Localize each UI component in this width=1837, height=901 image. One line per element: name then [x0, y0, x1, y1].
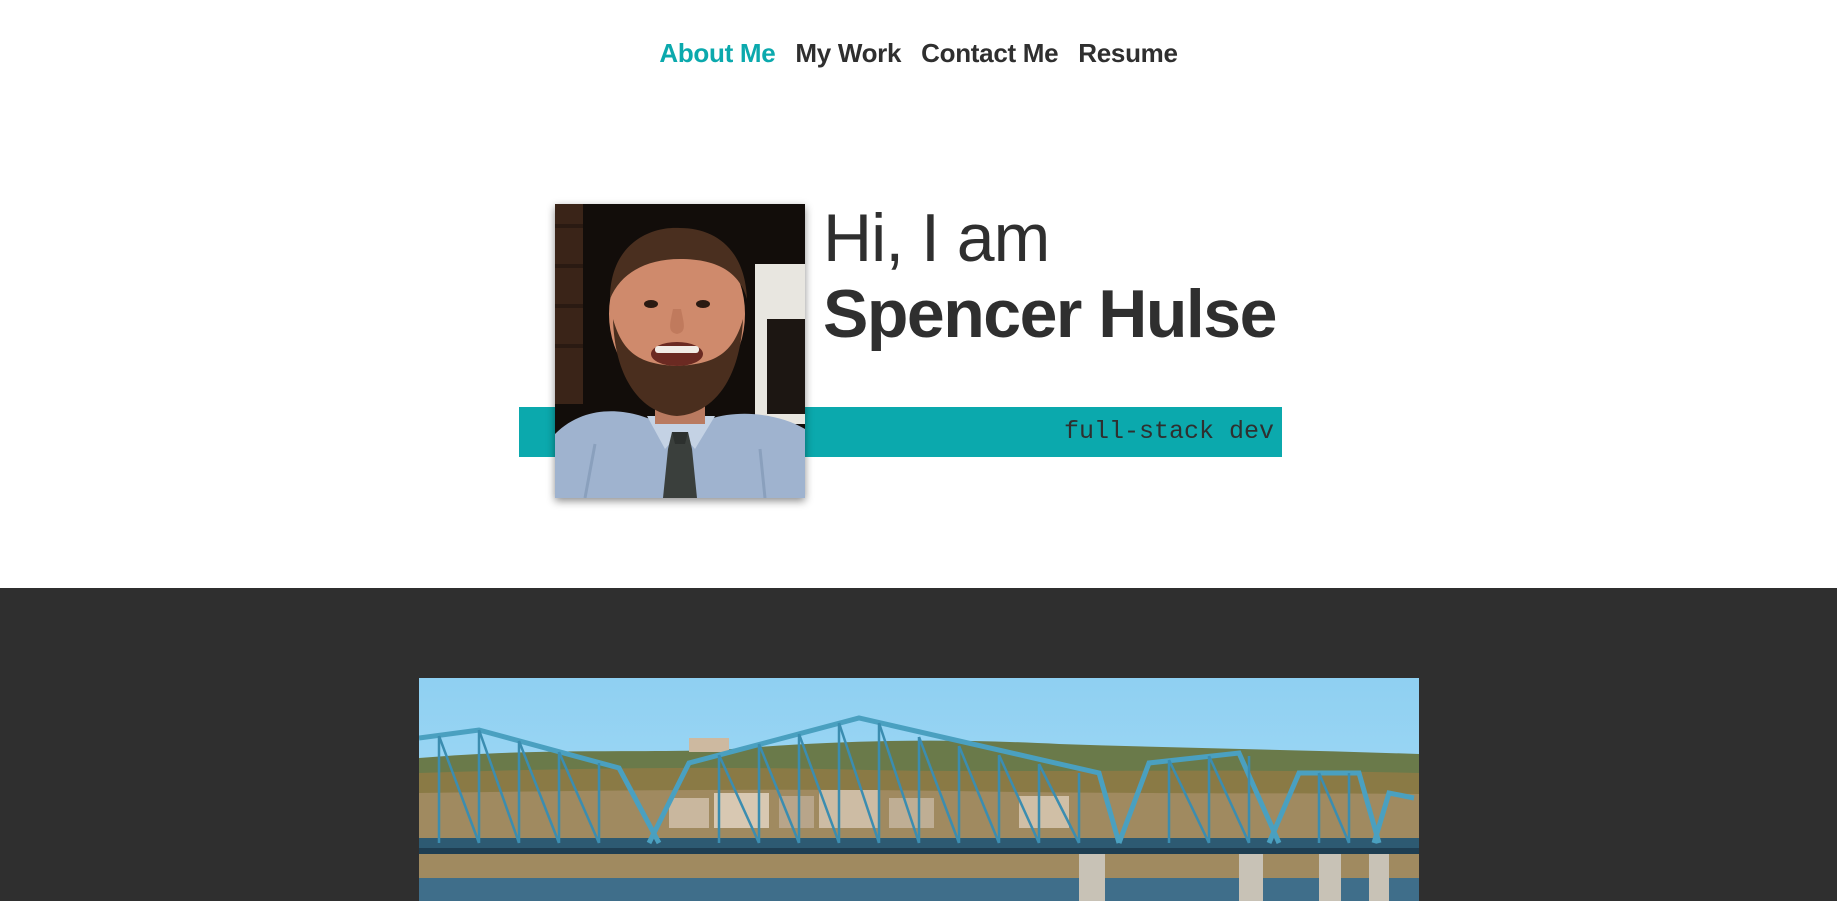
bridge-banner-image [419, 678, 1419, 901]
dark-section [0, 588, 1837, 901]
profile-photo [555, 204, 805, 498]
greeting-block: Hi, I am Spencer Hulse [823, 200, 1277, 352]
tagline: full-stack dev [1063, 417, 1274, 446]
greeting-text: Hi, I am [823, 200, 1050, 276]
hero-name: Spencer Hulse [823, 276, 1277, 352]
hero-section: full-stack dev Hi, I am Spencer Hulse [0, 0, 1837, 588]
